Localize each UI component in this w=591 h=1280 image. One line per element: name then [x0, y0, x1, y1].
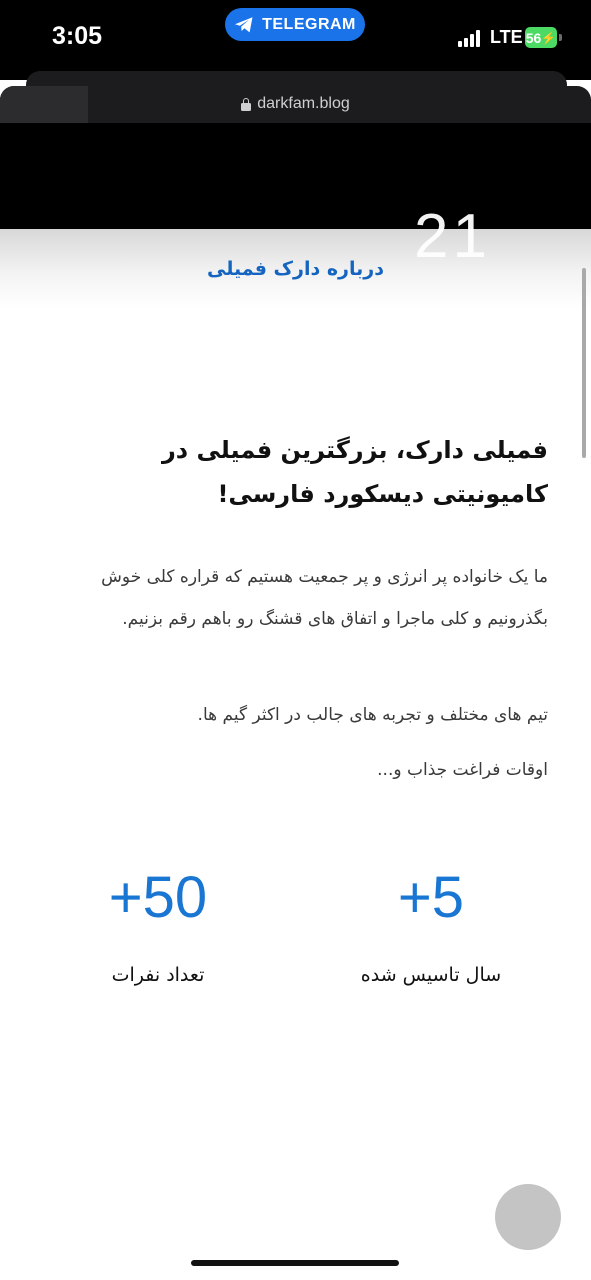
leisure-paragraph: اوقات فراغت جذاب و...: [377, 760, 548, 780]
years-established: +5: [397, 865, 465, 930]
cellular-signal-icon: [458, 30, 482, 47]
address-url[interactable]: darkfam.blog: [0, 92, 591, 116]
browser-toolbar-backdrop: [0, 123, 591, 229]
screen: 3:05 TELEGRAM LTE 56 ⚡ darkfam.blog 21 د…: [0, 0, 591, 1280]
scrollbar[interactable]: [582, 268, 586, 458]
telegram-icon: [235, 16, 253, 32]
status-time: 3:05: [52, 22, 103, 50]
teams-paragraph: تیم های مختلف و تجربه های جالب در اکثر گ…: [197, 705, 548, 725]
back-to-telegram-button[interactable]: TELEGRAM: [225, 8, 365, 41]
members-count-label: تعداد نفرات: [111, 964, 205, 986]
url-text: darkfam.blog: [257, 95, 350, 112]
battery-cap: [559, 34, 562, 41]
status-bar: 3:05 TELEGRAM LTE 56 ⚡: [0, 0, 591, 80]
lock-icon: [241, 97, 252, 111]
floating-action-button[interactable]: [495, 1184, 561, 1250]
home-indicator[interactable]: [191, 1260, 399, 1266]
headline: فمیلی دارک، بزرگترین فمیلی در کامیونیتی …: [161, 436, 548, 508]
header-decorative-number: 21: [414, 212, 491, 262]
network-type: LTE: [490, 27, 523, 47]
section-title: درباره دارک فمیلی: [207, 258, 384, 280]
back-to-telegram-label: TELEGRAM: [262, 15, 356, 33]
battery-level: 56: [525, 29, 542, 46]
intro-paragraph: ما یک خانواده پر انرژی و پر جمعیت هستیم …: [101, 567, 548, 629]
members-count: +50: [108, 865, 208, 930]
battery-icon: 56 ⚡: [525, 27, 557, 48]
charging-bolt-icon: ⚡: [541, 30, 557, 45]
years-established-label: سال تاسیس شده: [360, 964, 502, 986]
